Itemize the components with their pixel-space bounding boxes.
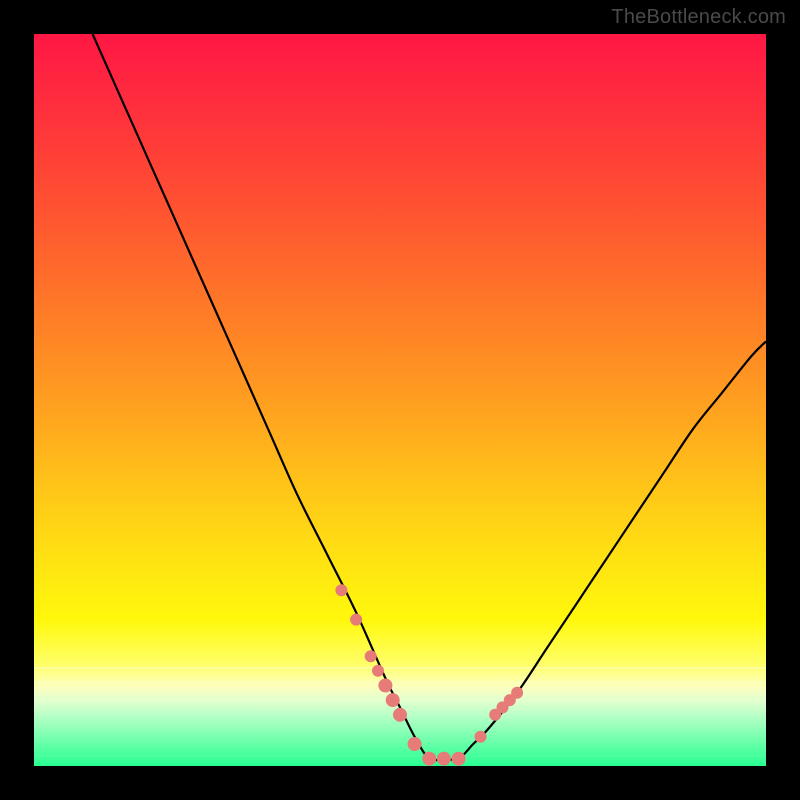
- sample-dot: [386, 693, 400, 707]
- outer-frame: TheBottleneck.com: [0, 0, 800, 800]
- sample-dot: [372, 665, 384, 677]
- sample-dot: [350, 614, 362, 626]
- plot-area: [34, 34, 766, 766]
- sample-dots: [335, 584, 523, 765]
- sample-dot: [335, 584, 347, 596]
- sample-dot: [437, 752, 451, 766]
- sample-dot: [475, 731, 487, 743]
- sample-dot: [393, 708, 407, 722]
- sample-dot: [408, 737, 422, 751]
- watermark-text: TheBottleneck.com: [611, 6, 786, 29]
- sample-dot: [511, 687, 523, 699]
- sample-dot: [452, 752, 466, 766]
- sample-dot: [422, 752, 436, 766]
- curve-layer: [34, 34, 766, 766]
- sample-dot: [365, 650, 377, 662]
- bottleneck-curve: [93, 34, 766, 760]
- sample-dot: [378, 679, 392, 693]
